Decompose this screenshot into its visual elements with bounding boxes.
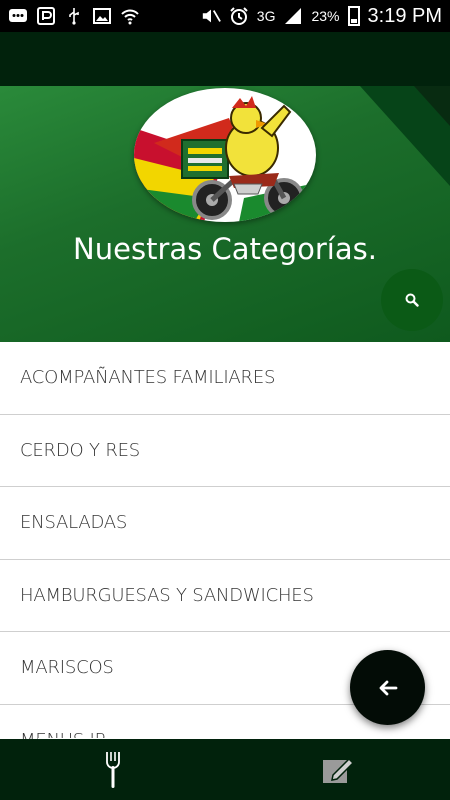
battery-percent: 23% — [311, 8, 340, 24]
app-toolbar — [0, 32, 450, 86]
network-type: 3G — [256, 8, 276, 24]
status-bar: 3G 23% 3:19 PM — [0, 0, 450, 32]
list-item-hamburguesas[interactable]: HAMBURGUESAS Y SANDWICHES — [0, 560, 450, 632]
back-button[interactable] — [350, 650, 425, 725]
search-icon — [405, 293, 419, 307]
mute-icon — [201, 7, 221, 25]
page-title: Nuestras Categorías. — [73, 232, 377, 266]
list-item-ensaladas[interactable]: ENSALADAS — [0, 487, 450, 560]
category-header: Nuestras Categorías. — [0, 86, 450, 342]
clock: 3:19 PM — [367, 4, 442, 27]
bottom-navigation — [0, 739, 450, 800]
signal-icon — [283, 7, 303, 25]
header-corner-shade — [414, 86, 450, 126]
wifi-icon — [120, 7, 140, 25]
alarm-icon — [229, 7, 249, 25]
edit-icon — [322, 757, 354, 783]
app-notification-icon — [36, 7, 56, 25]
arrow-left-icon — [379, 680, 397, 695]
battery-icon — [347, 6, 360, 26]
usb-icon — [64, 7, 84, 25]
messages-icon — [8, 7, 28, 25]
chicken-motorcycle-delivery-logo — [134, 88, 316, 222]
image-icon — [92, 7, 112, 25]
search-button[interactable] — [381, 269, 443, 331]
nav-edit[interactable] — [225, 739, 450, 800]
fork-icon — [105, 751, 120, 788]
list-item-acompanantes[interactable]: ACOMPAÑANTES FAMILIARES — [0, 342, 450, 415]
list-item-cerdo-res[interactable]: CERDO Y RES — [0, 415, 450, 487]
nav-menu[interactable] — [0, 739, 225, 800]
